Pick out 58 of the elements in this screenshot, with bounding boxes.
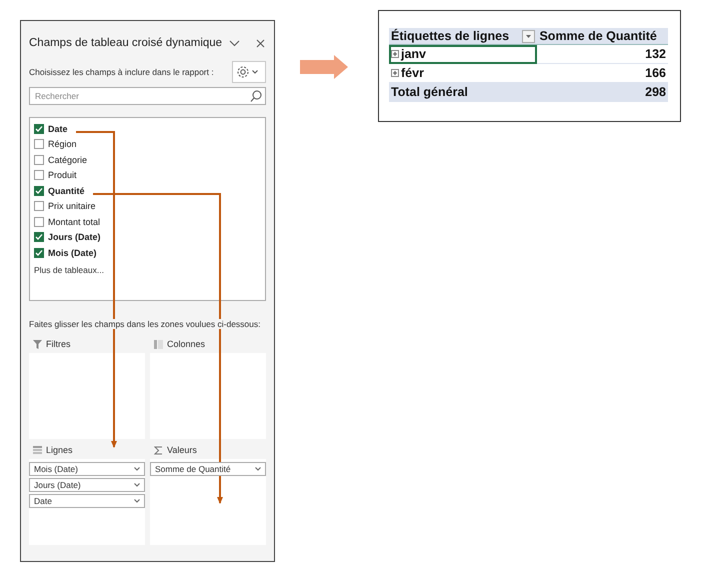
search-icon — [250, 90, 262, 102]
caret-icon — [134, 467, 140, 471]
panel-title: Champs de tableau croisé dynamique — [29, 37, 222, 49]
search-field[interactable]: Rechercher — [29, 87, 266, 105]
field-item[interactable]: Date — [34, 121, 261, 136]
total-label-cell: Total général — [389, 82, 538, 102]
caret-icon — [134, 499, 140, 503]
field-chip[interactable]: Jours (Date) — [29, 478, 145, 492]
field-chip[interactable]: Date — [29, 494, 145, 508]
caret-icon — [252, 70, 258, 74]
area-title: Lignes — [46, 445, 73, 455]
drop-area[interactable]: Mois (Date) Jours (Date) Date — [29, 459, 145, 545]
area-title: Valeurs — [167, 445, 197, 455]
search-input[interactable]: Rechercher — [33, 90, 250, 102]
field-chip[interactable]: Mois (Date) — [29, 462, 145, 476]
checkbox[interactable] — [34, 186, 44, 196]
checkbox[interactable] — [34, 124, 44, 134]
checkbox[interactable] — [34, 170, 44, 180]
rows-icon — [33, 446, 42, 454]
settings-button[interactable] — [232, 61, 266, 83]
checkbox[interactable] — [34, 248, 44, 258]
columns-icon — [154, 340, 163, 348]
checkbox[interactable] — [34, 139, 44, 150]
filter-dropdown-icon[interactable] — [522, 30, 536, 42]
expand-icon[interactable] — [391, 69, 399, 77]
area-title: Filtres — [46, 339, 70, 349]
field-item[interactable]: Quantité — [34, 183, 261, 198]
more-tables-link[interactable]: Plus de tableaux... — [34, 264, 261, 274]
filter-icon — [33, 340, 42, 348]
field-chip[interactable]: Somme de Quantité — [150, 462, 266, 476]
row-label-cell[interactable]: févr — [389, 64, 538, 82]
drag-hint: Faites glisser les champs dans les zones voulues ci-dessous: — [29, 319, 260, 329]
field-item[interactable]: Mois (Date) — [34, 245, 261, 260]
value-cell: 166 — [537, 64, 668, 82]
row-label-cell[interactable]: janv — [389, 44, 538, 64]
field-item[interactable]: Produit — [34, 168, 261, 183]
field-item[interactable]: Montant total — [34, 214, 261, 230]
field-item[interactable]: Région — [34, 136, 261, 152]
field-item[interactable]: Prix unitaire — [34, 198, 261, 214]
right-arrow-icon — [300, 55, 348, 79]
field-item[interactable]: Jours (Date) — [34, 230, 261, 245]
gear-icon — [236, 65, 250, 79]
checkbox[interactable] — [34, 232, 44, 242]
caret-icon — [134, 483, 140, 487]
checkbox[interactable] — [34, 216, 44, 227]
checkbox[interactable] — [34, 201, 44, 212]
expand-icon[interactable] — [391, 50, 399, 58]
column-header: Somme de Quantité — [537, 28, 668, 44]
total-value-cell: 298 — [537, 82, 668, 102]
drop-area[interactable]: Somme de Quantité — [150, 459, 266, 545]
sigma-icon — [154, 446, 163, 454]
caret-icon — [255, 467, 261, 471]
checkbox[interactable] — [34, 154, 44, 165]
column-header: Étiquettes de lignes — [389, 28, 538, 44]
field-item[interactable]: Catégorie — [34, 152, 261, 168]
instruction-text: Choisissez les champs à inclure dans le rapport : — [29, 67, 214, 77]
area-title: Colonnes — [167, 339, 206, 349]
value-cell: 132 — [537, 44, 668, 64]
